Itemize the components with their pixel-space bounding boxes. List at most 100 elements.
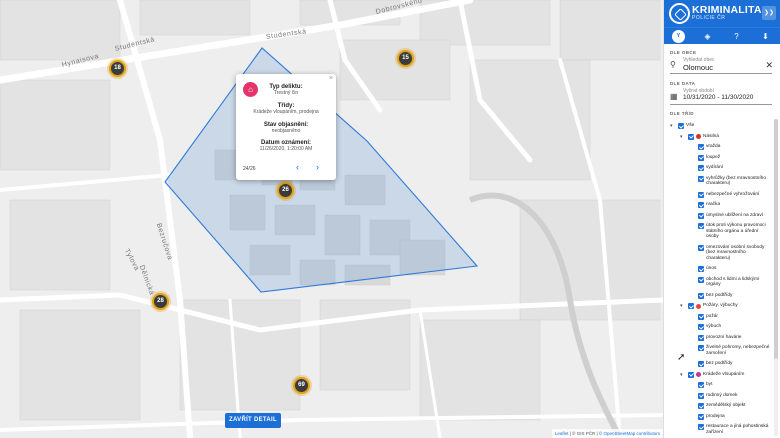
tree-category[interactable]: Požáry, výbuchy	[703, 303, 771, 309]
checkbox[interactable]	[698, 324, 704, 330]
checkbox[interactable]	[698, 144, 704, 150]
expand-caret-icon[interactable]: ▾	[670, 123, 673, 129]
checkbox[interactable]	[688, 133, 694, 140]
help-icon[interactable]: ?	[730, 30, 743, 43]
incident-popup: × ⌂ Typ deliktu: Trestný čin Třídy: Krád…	[236, 74, 336, 180]
checkbox[interactable]	[698, 212, 704, 219]
mouse-cursor-icon: ➚	[677, 352, 686, 363]
tree-subcategory[interactable]: vražda	[706, 144, 771, 150]
popup-prev-button[interactable]: ‹	[296, 162, 299, 172]
popup-close-button[interactable]: ×	[329, 75, 333, 82]
tree-category[interactable]: Násilná	[703, 134, 771, 140]
checkbox[interactable]	[698, 313, 704, 320]
search-icon: ⚲	[670, 60, 676, 69]
collapse-sidebar-icon[interactable]: ❯❯	[762, 6, 776, 20]
tree-subcategory[interactable]: loupež	[706, 155, 771, 161]
municipality-underline	[670, 73, 772, 74]
class-value: Krádeže vloupáním, prodejna	[253, 109, 319, 115]
tree-subcategory[interactable]: provozní havárie	[706, 335, 771, 341]
expand-caret-icon[interactable]: ▾	[680, 134, 683, 140]
tree-subcategory[interactable]: omezování osobní svobody (bez mravnostní…	[706, 245, 771, 262]
scrollbar-thumb[interactable]	[774, 119, 778, 359]
checkbox[interactable]	[698, 223, 704, 229]
checkbox[interactable]	[698, 276, 704, 283]
tree-subcategory[interactable]: restaurace a jiná pohostinská zařízení	[706, 424, 771, 435]
tree-subcategory[interactable]: vydírání	[706, 165, 771, 171]
date-section-label: DLE DATA	[670, 81, 696, 86]
map-view[interactable]: Studentská Hynaisova Dobrovského Student…	[0, 0, 663, 438]
download-icon[interactable]: ⬇	[759, 30, 772, 43]
tree-subcategory[interactable]: obchod s lidmi a lidskými orgány	[706, 277, 771, 288]
filter-icon[interactable]: Y	[672, 30, 685, 43]
cluster-marker[interactable]: 15	[397, 50, 414, 67]
checkbox[interactable]	[698, 392, 704, 399]
checkbox[interactable]	[698, 382, 704, 388]
type-section-label: DLE TŘÍD	[670, 111, 694, 116]
tree-subcategory[interactable]: rodinný domek	[706, 393, 771, 399]
app-subtitle: POLICIE ČR	[692, 15, 726, 21]
checkbox[interactable]	[698, 266, 704, 272]
tree-subcategory[interactable]: útok proti výkonu pravomoci státního org…	[706, 223, 771, 240]
tree-subcategory[interactable]: požár	[706, 314, 771, 320]
tree-subcategory[interactable]: prodejna	[706, 414, 771, 420]
checkbox[interactable]	[698, 424, 704, 430]
police-logo	[669, 3, 690, 24]
checkbox[interactable]	[698, 202, 704, 208]
tree-subcategory[interactable]: únos	[706, 266, 771, 272]
checkbox[interactable]	[698, 361, 704, 367]
category-color-dot	[696, 134, 701, 139]
tree-root[interactable]: Vše	[686, 123, 771, 129]
cluster-marker[interactable]: 18	[109, 60, 126, 77]
checkbox[interactable]	[698, 345, 704, 351]
date-underline	[670, 104, 772, 105]
checkbox[interactable]	[698, 403, 704, 409]
checkbox[interactable]	[698, 292, 704, 299]
category-tree: ▾ Vše ▾ Násilná vražda loupež vydírání vyhrůžky…	[663, 119, 773, 438]
type-value: Trestný čin	[273, 90, 299, 96]
layers-icon[interactable]: ◈	[701, 30, 714, 43]
tree-subcategory[interactable]: nebezpečné vyhrožování	[706, 192, 771, 198]
checkbox[interactable]	[678, 123, 684, 129]
checkbox[interactable]	[688, 371, 694, 378]
tree-subcategory[interactable]: výbuch	[706, 324, 771, 330]
expand-caret-icon[interactable]: ▾	[680, 372, 683, 378]
close-detail-button[interactable]: ZAVŘÍT DETAIL	[225, 413, 281, 428]
state-value: neobjasněno	[271, 128, 301, 134]
tree-subcategory[interactable]: bez podtřídy	[706, 361, 771, 367]
leaflet-link[interactable]: Leaflet	[555, 431, 569, 436]
checkbox[interactable]	[698, 154, 704, 161]
date-range-input[interactable]: 10/31/2020 - 11/30/2020	[683, 94, 753, 101]
calendar-icon: ▦	[670, 92, 678, 101]
checkbox[interactable]	[698, 413, 704, 420]
tree-subcategory[interactable]: zemědělský objekt	[706, 403, 771, 409]
expand-caret-icon[interactable]: ▾	[680, 303, 683, 309]
popup-pager: 24/26	[243, 166, 256, 172]
cluster-marker[interactable]: 26	[277, 182, 294, 199]
tree-subcategory[interactable]: bez podtřídy	[706, 293, 771, 299]
cluster-marker[interactable]: 28	[152, 293, 169, 310]
map-tiles	[0, 0, 663, 438]
tree-subcategory[interactable]: živelné pohromy, nebezpečné zamoření	[706, 345, 771, 356]
checkbox[interactable]	[698, 175, 704, 182]
osm-link[interactable]: © OpenStreetMap contributors	[599, 431, 660, 436]
tree-subcategory[interactable]: rvačka	[706, 202, 771, 208]
cluster-marker[interactable]: 69	[293, 377, 310, 394]
map-attribution: Leaflet | © GIS PČR | © OpenStreetMap co…	[551, 429, 663, 438]
category-color-dot	[696, 303, 701, 309]
popup-next-button[interactable]: ›	[316, 162, 319, 172]
sidebar-header: KRIMINALITA POLICIE ČR ❯❯	[664, 0, 780, 27]
checkbox[interactable]	[698, 244, 704, 251]
sidebar-toolbar: Y ◈ ? ⬇	[664, 27, 780, 44]
checkbox[interactable]	[698, 191, 704, 198]
municipality-input[interactable]: Olomouc	[683, 63, 713, 72]
tree-subcategory[interactable]: úmyslné ublížení na zdraví	[706, 213, 771, 219]
category-color-dot	[696, 372, 701, 377]
tree-scrollbar[interactable]	[774, 119, 778, 436]
checkbox[interactable]	[688, 303, 694, 309]
tree-subcategory[interactable]: byt	[706, 382, 771, 388]
tree-category[interactable]: Krádeže vloupáním	[703, 372, 771, 378]
checkbox[interactable]	[698, 334, 704, 341]
clear-municipality-icon[interactable]: ✕	[765, 60, 773, 71]
tree-subcategory[interactable]: vyhrůžky (bez mravnostního charakteru)	[706, 176, 771, 187]
checkbox[interactable]	[698, 165, 704, 171]
